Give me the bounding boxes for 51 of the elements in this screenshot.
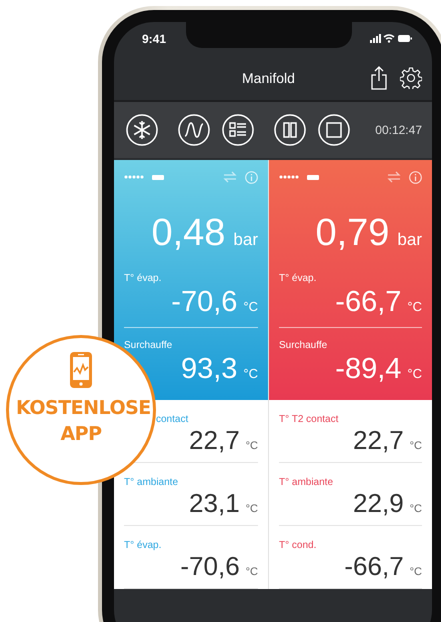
status-time: 9:41 [142, 32, 166, 46]
reading-label: T° T2 contact [279, 414, 340, 425]
reading-value: -66,7 [344, 551, 404, 582]
superheat-label: Surchauffe [124, 340, 174, 351]
superheat-value: 93,3 [180, 353, 238, 386]
phone-chart-icon [70, 352, 92, 388]
wave-button[interactable] [178, 114, 210, 146]
reading-value: 22,9 [353, 488, 404, 519]
reading-label: T° ambiante [124, 477, 180, 488]
pressure-value: 0,48 [151, 212, 226, 255]
reading-value: 22,7 [353, 425, 404, 456]
pressure-value: 0,79 [315, 212, 390, 255]
reading-unit: °C [410, 566, 422, 578]
temp-label: T° évap. [124, 273, 162, 284]
settings-icon[interactable] [400, 67, 422, 89]
superheat-value: -89,4 [335, 353, 402, 386]
reading-label: T° évap. [124, 540, 162, 551]
temp-label: T° évap. [279, 273, 318, 284]
reading-unit: °C [410, 503, 422, 515]
info-icon[interactable] [409, 170, 422, 184]
reading-unit: °C [410, 440, 422, 452]
snowflake-button[interactable] [126, 114, 158, 146]
temp-value: -66,7 [335, 286, 402, 319]
status-icons [370, 34, 412, 44]
reading-label: T° cond. [279, 540, 318, 551]
timer-readout: 00:12:47 [375, 123, 422, 137]
temp-value: -70,6 [171, 286, 238, 319]
reading-unit: °C [246, 503, 258, 515]
superheat-unit: °C [243, 366, 258, 381]
superheat-unit: °C [407, 366, 422, 381]
battery-icon [307, 174, 319, 180]
pressure-unit: bar [397, 230, 422, 250]
reading-unit: °C [246, 440, 258, 452]
signal-dots-icon [124, 175, 144, 179]
reading-value: -70,6 [180, 551, 240, 582]
reading-value: 23,1 [189, 488, 240, 519]
reading-unit: °C [246, 566, 258, 578]
pressure-unit: bar [233, 230, 258, 250]
reading-label: T° ambiante [279, 477, 334, 488]
reading-value: 22,7 [189, 425, 240, 456]
battery-icon [152, 174, 164, 180]
temp-unit: °C [407, 299, 422, 314]
reading-label: contact [155, 414, 190, 425]
pause-button[interactable] [274, 114, 306, 146]
list-button[interactable] [222, 114, 254, 146]
signal-dots-icon [279, 175, 299, 179]
stop-button[interactable] [318, 114, 350, 146]
share-icon[interactable] [370, 66, 388, 90]
temp-unit: °C [243, 299, 258, 314]
superheat-label: Surchauffe [279, 340, 328, 351]
screen-title: Manifold [242, 70, 295, 86]
